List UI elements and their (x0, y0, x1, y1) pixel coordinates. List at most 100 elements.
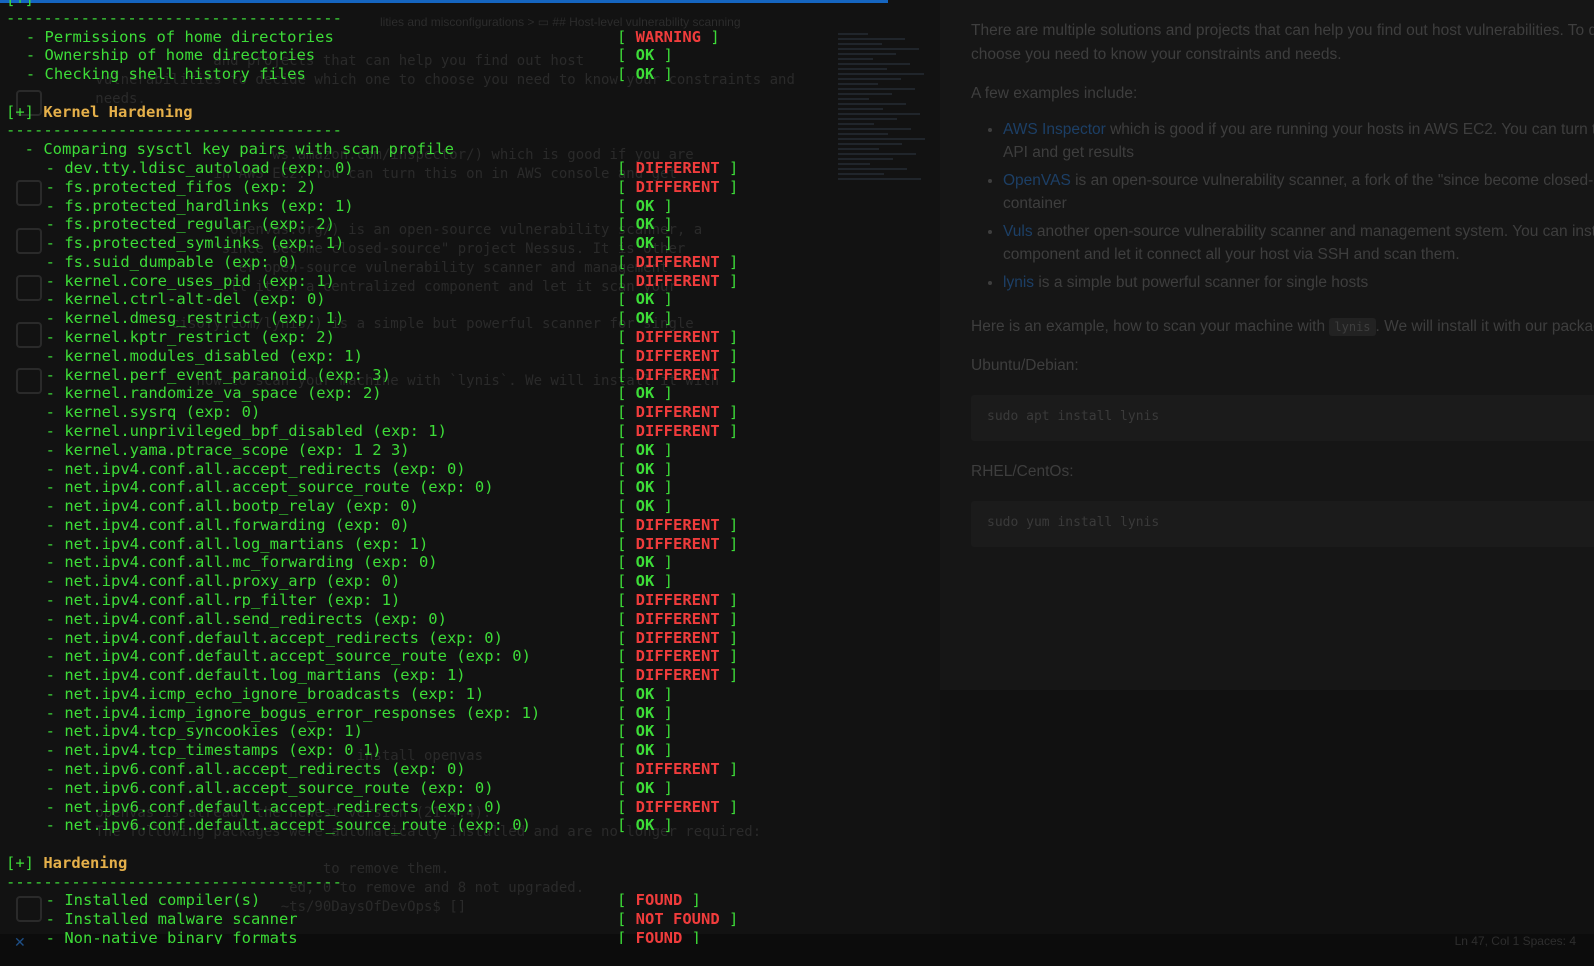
rhel-label: RHEL/CentOs: (971, 463, 1074, 480)
status-bracket-open: [ (617, 478, 636, 496)
status-bracket-close: ] (719, 629, 739, 647)
scan-item-name: - kernel.modules_disabled (exp: 1) (45, 347, 363, 365)
status-bracket-open: [ (617, 197, 636, 215)
scan-status: [ OK ] (617, 65, 673, 84)
status-bracket-close: ] (719, 516, 739, 534)
status-value: DIFFERENT (635, 403, 720, 421)
section-title: Hardening (34, 854, 128, 872)
example-description: is an open-source vulnerability scanner,… (1075, 172, 1594, 189)
example-code: lynis (1329, 318, 1376, 336)
scan-result-row: - net.ipv4.conf.default.log_martians (ex… (6, 666, 906, 685)
status-bracket-close: ] (654, 309, 674, 327)
scan-result-row: - Installed compiler(s) [ FOUND ] (6, 891, 906, 910)
example-description-cont: container (1003, 195, 1067, 212)
scan-status: [ OK ] (617, 779, 673, 798)
example-description-cont: API and get results (1003, 144, 1134, 161)
status-bracket-open: [ (617, 215, 636, 233)
scan-status: [ NOT FOUND ] (617, 910, 738, 929)
separator-line: ------------------------------------ (6, 121, 342, 140)
status-bracket-open: [ (617, 591, 636, 609)
scan-item-name: - kernel.core_uses_pid (exp: 1) (45, 272, 335, 290)
status-value: OK (635, 384, 655, 402)
scan-item-name: - Installed compiler(s) (45, 891, 261, 909)
scan-status: [ OK ] (617, 384, 673, 403)
scan-status: [ OK ] (617, 704, 673, 723)
scan-item-name: - kernel.yama.ptrace_scope (exp: 1 2 3) (45, 441, 410, 459)
status-bracket-open: [ (617, 159, 636, 177)
ubuntu-label: Ubuntu/Debian: (971, 357, 1079, 374)
status-value: OK (635, 741, 655, 759)
status-bracket-close: ] (719, 253, 739, 271)
scan-status: [ OK ] (617, 46, 673, 65)
scan-status: [ OK ] (617, 460, 673, 479)
scan-result-row: - kernel.yama.ptrace_scope (exp: 1 2 3) [… (6, 441, 906, 460)
scan-item-name: - net.ipv4.conf.default.accept_redirects… (45, 629, 503, 647)
example-link[interactable]: lynis (1003, 274, 1034, 291)
scan-status: [ OK ] (617, 234, 673, 253)
status-bracket-close: ] (654, 572, 674, 590)
example-list-item: lynis is a simple but powerful scanner f… (1003, 271, 1594, 294)
status-bracket-close: ] (654, 384, 674, 402)
scan-result-row: - net.ipv4.conf.all.log_martians (exp: 1… (6, 535, 906, 554)
scan-result-row: - net.ipv4.tcp_timestamps (exp: 0 1) [ OK… (6, 741, 906, 760)
scan-result-row: - net.ipv4.conf.all.accept_source_route … (6, 478, 906, 497)
scan-status: [ OK ] (617, 215, 673, 234)
status-value: OK (635, 234, 655, 252)
status-bracket-close: ] (654, 441, 674, 459)
status-value: OK (635, 309, 655, 327)
terminal-output[interactable]: [+]-------------------------------------… (6, 0, 936, 944)
status-value: OK (635, 779, 655, 797)
terminal-top-fragment: [+] (6, 0, 34, 9)
scan-item-name: - net.ipv4.conf.all.log_martians (exp: 1… (45, 535, 429, 553)
scan-status: [ DIFFERENT ] (617, 647, 738, 666)
status-value: OK (635, 65, 655, 83)
scan-result-row: - net.ipv4.icmp_ignore_bogus_error_respo… (6, 704, 906, 723)
section-hardening: [+] Hardening (6, 854, 127, 873)
scan-item-name: - kernel.unprivileged_bpf_disabled (exp:… (45, 422, 447, 440)
status-bracket-open: [ (617, 441, 636, 459)
example-link[interactable]: OpenVAS (1003, 172, 1071, 189)
scan-result-row: - net.ipv4.conf.all.accept_redirects (ex… (6, 460, 906, 479)
status-value: OK (635, 497, 655, 515)
status-bracket-open: [ (617, 704, 636, 722)
scan-status: [ DIFFERENT ] (617, 403, 738, 422)
status-bracket-close: ] (719, 422, 739, 440)
status-value: DIFFERENT (635, 272, 720, 290)
status-bracket-open: [ (617, 685, 636, 703)
scan-status: [ OK ] (617, 441, 673, 460)
scan-status: [ OK ] (617, 197, 673, 216)
scan-result-row: - net.ipv4.conf.all.rp_filter (exp: 1) [ … (6, 591, 906, 610)
status-value: OK (635, 478, 655, 496)
status-bracket-open: [ (617, 647, 636, 665)
scan-status: [ DIFFERENT ] (617, 760, 738, 779)
example-description: another open-source vulnerability scanne… (1036, 223, 1594, 240)
status-value: WARNING (635, 28, 701, 46)
status-bracket-open: [ (617, 535, 636, 553)
status-position[interactable]: Ln 47, Col 1 Spaces: 4 (1455, 934, 1576, 948)
status-value: DIFFERENT (635, 591, 720, 609)
scan-status: [ WARNING ] (617, 28, 720, 47)
status-bracket-close: ] (654, 478, 674, 496)
status-bracket-close: ] (719, 159, 739, 177)
scan-status: [ FOUND ] (617, 891, 701, 910)
example-link[interactable]: AWS Inspector (1003, 121, 1106, 138)
scan-item-name: - fs.protected_regular (exp: 2) (45, 215, 335, 233)
scan-item-name: - net.ipv4.conf.all.rp_filter (exp: 1) (45, 591, 401, 609)
scan-status: [ OK ] (617, 309, 673, 328)
status-bracket-close: ] (654, 65, 674, 83)
separator-line-text: ------------------------------------ (6, 9, 342, 27)
example-link[interactable]: Vuls (1003, 223, 1033, 240)
examples-list: AWS Inspector which is good if you are r… (971, 118, 1594, 299)
status-bracket-close: ] (719, 760, 739, 778)
section-prefix: [+] (6, 854, 34, 872)
scan-item-name: - net.ipv6.conf.default.accept_source_ro… (45, 816, 531, 834)
example-prefix: Here is an example, how to scan your mac… (971, 318, 1330, 335)
status-value: DIFFERENT (635, 253, 720, 271)
scan-item-name: - kernel.ctrl-alt-del (exp: 0) (45, 290, 326, 308)
scan-result-row: - kernel.unprivileged_bpf_disabled (exp:… (6, 422, 906, 441)
status-bracket-open: [ (617, 309, 636, 327)
status-value: OK (635, 722, 655, 740)
markdown-preview: There are multiple solutions and project… (940, 0, 1594, 690)
scan-item-name: - net.ipv4.conf.default.log_martians (ex… (45, 666, 466, 684)
scan-item-name: - kernel.sysrq (exp: 0) (45, 403, 261, 421)
